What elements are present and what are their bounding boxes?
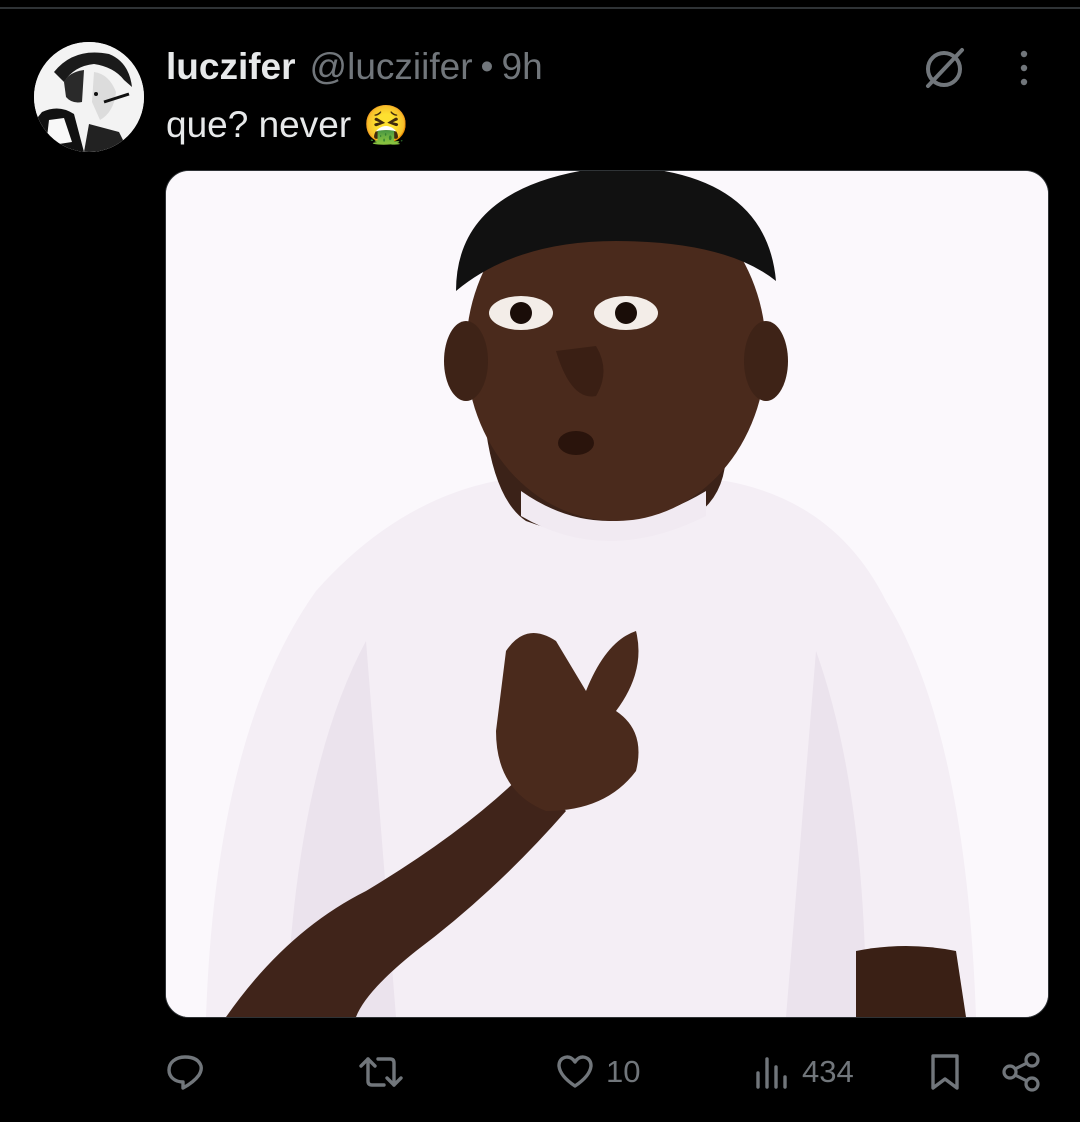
user-handle[interactable]: @lucziifer xyxy=(310,46,473,88)
like-icon xyxy=(554,1051,596,1093)
tweet-media-image[interactable] xyxy=(165,170,1049,1018)
avatar[interactable] xyxy=(34,42,144,152)
share-icon xyxy=(1000,1051,1044,1093)
separator-dot: • xyxy=(480,46,494,87)
like-button[interactable]: 10 xyxy=(554,1040,640,1104)
retweet-button[interactable] xyxy=(358,1040,414,1104)
reply-button[interactable] xyxy=(164,1040,216,1104)
share-button[interactable] xyxy=(1000,1040,1044,1104)
view-count: 434 xyxy=(802,1054,854,1089)
views-button[interactable]: 434 xyxy=(752,1040,854,1104)
reply-icon xyxy=(164,1051,206,1093)
views-icon xyxy=(752,1051,792,1093)
nauseated-emoji: 🤮 xyxy=(363,103,410,145)
bookmark-icon xyxy=(924,1051,966,1093)
tweet-text: que? never 🤮 xyxy=(166,100,409,150)
tweet-text-body: que? never xyxy=(166,104,352,145)
more-icon[interactable] xyxy=(1006,46,1042,92)
display-name[interactable]: luczifer xyxy=(166,46,296,88)
top-divider xyxy=(0,7,1080,9)
like-count: 10 xyxy=(606,1054,641,1089)
tweet-header: luczifer @lucziifer • 9h xyxy=(166,44,543,90)
retweet-icon xyxy=(358,1051,404,1093)
bookmark-button[interactable] xyxy=(924,1040,966,1104)
grok-icon[interactable] xyxy=(918,42,970,94)
timestamp[interactable]: 9h xyxy=(502,46,543,88)
tweet-actions-bar: 10 434 xyxy=(0,1040,1080,1104)
